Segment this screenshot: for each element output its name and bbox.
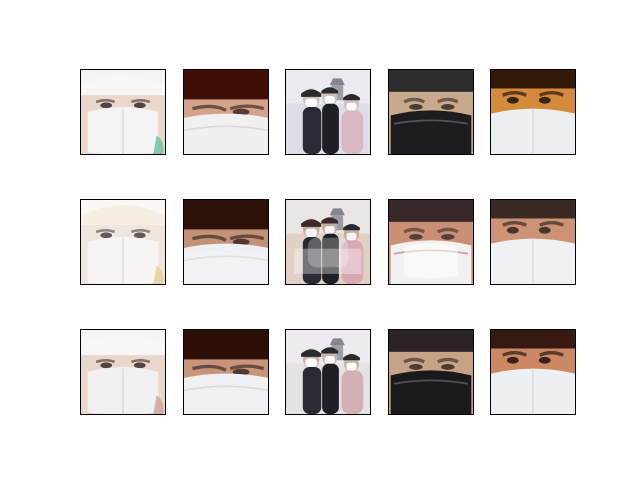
image-tile-graphic bbox=[389, 70, 473, 154]
image-tile-graphic bbox=[286, 330, 370, 414]
image-tile-r3-c5 bbox=[490, 329, 576, 415]
image-tile-graphic bbox=[81, 330, 165, 414]
image-tile-r3-c1 bbox=[80, 329, 166, 415]
image-tile-r1-c1 bbox=[80, 69, 166, 155]
image-tile-graphic bbox=[389, 330, 473, 414]
image-tile-graphic bbox=[491, 70, 575, 154]
image-tile-graphic bbox=[184, 330, 268, 414]
image-tile-r3-c2 bbox=[183, 329, 269, 415]
image-tile-r2-c3 bbox=[285, 199, 371, 285]
image-tile-r1-c5 bbox=[490, 69, 576, 155]
image-grid bbox=[0, 0, 640, 480]
image-tile-r1-c2 bbox=[183, 69, 269, 155]
image-tile-r1-c4 bbox=[388, 69, 474, 155]
image-tile-r2-c1 bbox=[80, 199, 166, 285]
image-tile-r3-c3 bbox=[285, 329, 371, 415]
image-tile-r1-c3 bbox=[285, 69, 371, 155]
image-tile-graphic bbox=[184, 200, 268, 284]
image-tile-graphic bbox=[286, 200, 370, 284]
image-tile-graphic bbox=[491, 200, 575, 284]
image-tile-r2-c2 bbox=[183, 199, 269, 285]
image-tile-graphic bbox=[389, 200, 473, 284]
image-tile-r2-c4 bbox=[388, 199, 474, 285]
image-tile-graphic bbox=[81, 70, 165, 154]
image-tile-r2-c5 bbox=[490, 199, 576, 285]
image-tile-graphic bbox=[184, 70, 268, 154]
image-tile-r3-c4 bbox=[388, 329, 474, 415]
image-tile-graphic bbox=[286, 70, 370, 154]
image-tile-graphic bbox=[81, 200, 165, 284]
image-tile-graphic bbox=[491, 330, 575, 414]
